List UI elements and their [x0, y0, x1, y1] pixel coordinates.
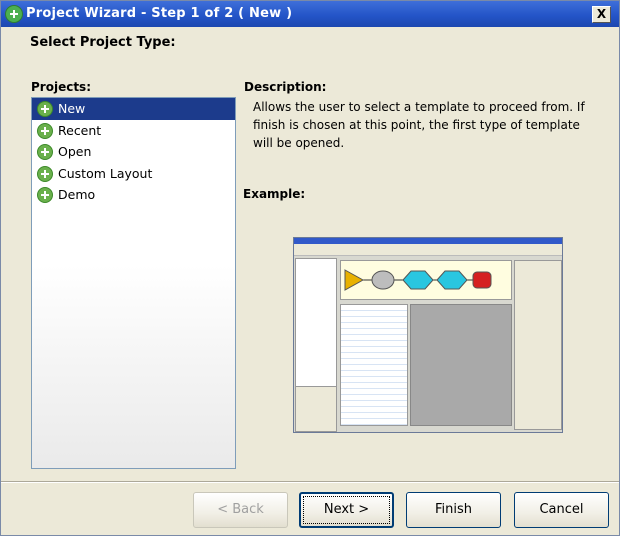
- next-button[interactable]: Next >: [299, 492, 394, 528]
- add-icon: [5, 5, 23, 23]
- list-item-custom-layout[interactable]: Custom Layout: [32, 163, 235, 185]
- plus-icon: [37, 144, 53, 160]
- list-item-demo[interactable]: Demo: [32, 184, 235, 206]
- preview-flow-diagram: [344, 269, 492, 291]
- project-wizard-dialog: Project Wizard - Step 1 of 2 ( New ) X S…: [0, 0, 620, 536]
- projects-label: Projects:: [31, 80, 91, 94]
- close-button[interactable]: X: [592, 6, 611, 23]
- preview-output-area: [410, 304, 512, 426]
- list-item-label: New: [58, 101, 86, 116]
- preview-toolbar: [294, 244, 562, 256]
- example-label: Example:: [243, 187, 306, 201]
- example-preview-image: [293, 237, 563, 433]
- description-label: Description:: [244, 80, 327, 94]
- list-item-open[interactable]: Open: [32, 141, 235, 163]
- list-item-label: Open: [58, 144, 92, 159]
- plus-icon: [37, 187, 53, 203]
- description-text: Allows the user to select a template to …: [253, 100, 585, 150]
- list-item-label: Demo: [58, 187, 96, 202]
- list-item-label: Recent: [58, 122, 102, 138]
- window-title: Project Wizard - Step 1 of 2 ( New ): [26, 6, 293, 21]
- plus-icon: [37, 165, 53, 182]
- back-button[interactable]: < Back: [193, 492, 288, 528]
- project-type-list[interactable]: New Recent Open Custom Layout Demo: [31, 97, 236, 469]
- finish-button[interactable]: Finish: [406, 492, 501, 528]
- preview-properties-panel: [295, 386, 337, 432]
- list-item-label: Custom Layout: [58, 165, 153, 181]
- plus-icon: [37, 101, 53, 117]
- preview-flow-canvas: [340, 260, 512, 300]
- title-bar[interactable]: Project Wizard - Step 1 of 2 ( New ) X: [1, 1, 619, 27]
- list-item-new[interactable]: New: [32, 98, 235, 120]
- preview-data-table: [340, 304, 408, 426]
- preview-side-panel: [514, 260, 562, 430]
- plus-icon: [37, 122, 53, 139]
- button-bar-divider: [1, 481, 619, 483]
- list-item-recent[interactable]: Recent: [32, 120, 235, 142]
- page-heading: Select Project Type:: [30, 35, 176, 50]
- cancel-button[interactable]: Cancel: [514, 492, 609, 528]
